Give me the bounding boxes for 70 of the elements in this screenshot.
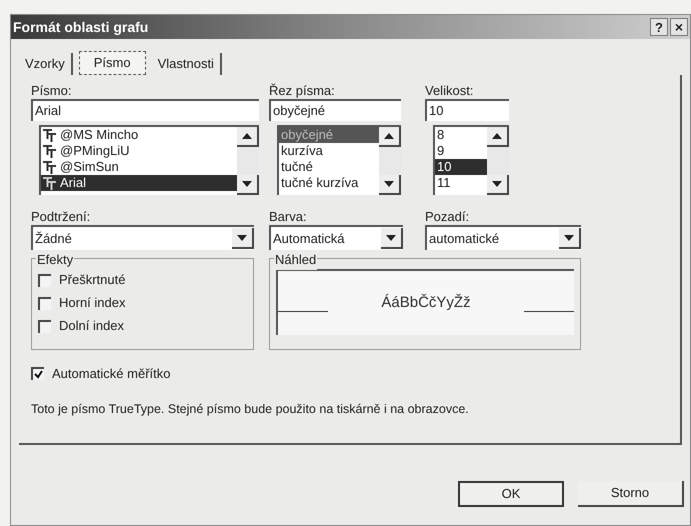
list-item[interactable]: kurzíva: [279, 143, 379, 159]
list-item[interactable]: 10: [435, 159, 487, 175]
down-arrow-icon: [492, 181, 502, 187]
scroll-down-button[interactable]: [487, 175, 509, 195]
list-item[interactable]: @SimSun: [41, 159, 237, 175]
truetype-icon: [43, 128, 56, 142]
list-item[interactable]: 11: [435, 175, 487, 191]
dropdown-arrow-button[interactable]: [381, 228, 403, 249]
dropdown-arrow-button[interactable]: [559, 228, 581, 249]
up-arrow-icon: [384, 133, 394, 139]
list-item[interactable]: @MS Mincho: [41, 127, 237, 143]
up-arrow-icon: [492, 133, 502, 139]
dropdown-value: automatické: [429, 230, 500, 248]
window-title: Formát oblasti grafu: [13, 18, 148, 37]
up-arrow-icon: [242, 133, 252, 139]
input-field[interactable]: Arial: [31, 99, 259, 121]
list-item[interactable]: @PMingLiU: [41, 143, 237, 159]
scroll-up-button[interactable]: [379, 127, 401, 147]
preview-sample: ÁáBbČčYyŽž: [381, 292, 471, 313]
list-box[interactable]: @MS Mincho @PMingLiU @SimSun Arial: [39, 125, 259, 195]
down-arrow-icon: [242, 181, 252, 187]
dropdown[interactable]: Automatická: [269, 225, 403, 250]
down-arrow-icon: [237, 234, 247, 240]
tab[interactable]: Vzorky: [19, 53, 73, 75]
list-item[interactable]: Arial: [41, 175, 237, 191]
close-button[interactable]: ×: [670, 18, 688, 36]
field-label: Barva:: [269, 208, 308, 225]
dialog-button[interactable]: OK: [458, 481, 564, 507]
checkbox[interactable]: [38, 320, 51, 332]
list-item[interactable]: 9: [435, 143, 487, 159]
input-field[interactable]: 10: [425, 99, 509, 121]
dropdown-value: Automatická: [273, 230, 345, 248]
dropdown[interactable]: automatické: [425, 225, 581, 250]
field-label: Podtržení:: [31, 208, 92, 225]
down-arrow-icon: [564, 234, 574, 240]
scroll-down-button[interactable]: [379, 175, 401, 195]
field-label: Písmo:: [31, 82, 72, 99]
list-box[interactable]: 8 9 10 11: [433, 125, 509, 195]
scroll-down-button[interactable]: [237, 175, 259, 195]
checkbox[interactable]: [31, 367, 44, 380]
info-text: Toto je písmo TrueType. Stejné písmo bude použito na tiskárně i na obrazovce.: [31, 400, 470, 418]
list-box[interactable]: obyčejné kurzíva tučné tučné kurzíva: [277, 125, 401, 195]
checkbox-label[interactable]: Dolní index: [59, 316, 124, 336]
down-arrow-icon: [386, 234, 396, 240]
truetype-icon: [43, 144, 56, 158]
field-label: Řez písma:: [269, 82, 336, 99]
tab[interactable]: Písmo: [78, 51, 146, 75]
list-item[interactable]: tučné: [279, 159, 379, 175]
checkbox-label[interactable]: Přeškrtnuté: [59, 270, 126, 290]
dropdown[interactable]: Žádné: [31, 225, 254, 250]
truetype-icon: [43, 176, 56, 190]
truetype-icon: [43, 160, 56, 174]
dropdown-arrow-button[interactable]: [232, 228, 254, 249]
field-label: Velikost:: [425, 82, 474, 99]
input-field[interactable]: obyčejné: [269, 99, 401, 121]
list-item[interactable]: obyčejné: [279, 127, 379, 143]
tab[interactable]: Vlastnosti: [152, 53, 222, 75]
checkbox[interactable]: [38, 296, 51, 310]
down-arrow-icon: [384, 181, 394, 187]
checkbox-label[interactable]: Horní index: [59, 293, 126, 313]
scroll-up-button[interactable]: [237, 127, 259, 147]
list-item[interactable]: 8: [435, 127, 487, 143]
field-label: Pozadí:: [425, 208, 470, 225]
scroll-up-button[interactable]: [487, 127, 509, 147]
list-item[interactable]: tučné kurzíva: [279, 175, 379, 191]
dialog-button[interactable]: Storno: [578, 481, 684, 507]
checkbox-label[interactable]: Automatické měřítko: [52, 364, 170, 384]
dropdown-value: Žádné: [35, 230, 72, 248]
checkbox[interactable]: [38, 274, 51, 286]
help-button[interactable]: ?: [650, 18, 668, 36]
